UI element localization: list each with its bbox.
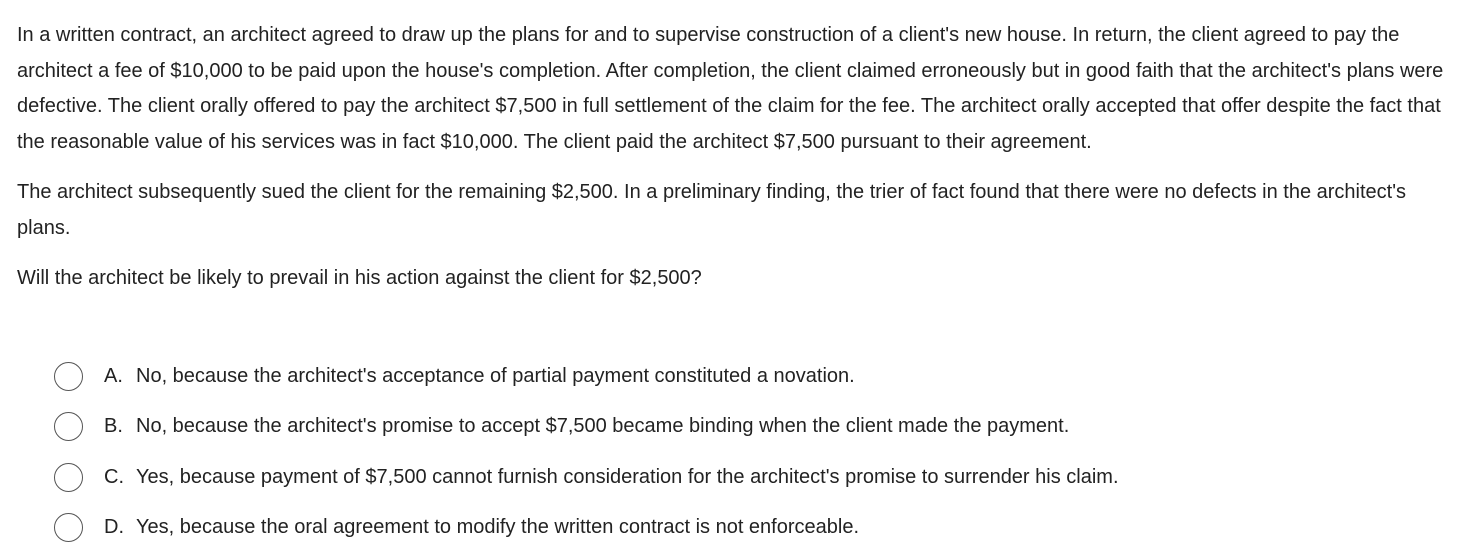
- option-letter: B.: [104, 415, 123, 437]
- radio-button-c[interactable]: [54, 462, 83, 492]
- option-text: Yes, because the oral agreement to modif…: [136, 516, 860, 538]
- radio-button-d[interactable]: [54, 513, 83, 542]
- question-prompt: Will the architect be likely to prevail …: [17, 267, 702, 289]
- question-paragraph-1: In a written contract, an architect agre…: [17, 24, 1444, 153]
- option-c[interactable]: C. Yes, because payment of $7,500 cannot…: [54, 457, 1454, 497]
- option-text: No, because the architect's promise to a…: [136, 415, 1070, 437]
- option-letter: A.: [104, 364, 123, 387]
- option-b[interactable]: B. No, because the architect's promise t…: [54, 407, 1454, 447]
- option-letter: D.: [104, 516, 124, 538]
- answer-options: A. No, because the architect's acceptanc…: [54, 356, 1454, 558]
- option-text: Yes, because payment of $7,500 cannot fu…: [136, 465, 1119, 488]
- option-letter: C.: [104, 465, 124, 488]
- question-paragraph-2: The architect subsequently sued the clie…: [17, 181, 1407, 239]
- question-stem: In a written contract, an architect agre…: [17, 18, 1457, 297]
- option-d[interactable]: D. Yes, because the oral agreement to mo…: [54, 508, 1454, 548]
- option-a[interactable]: A. No, because the architect's acceptanc…: [54, 356, 1454, 396]
- option-text: No, because the architect's acceptance o…: [136, 364, 855, 387]
- radio-button-a[interactable]: [54, 361, 83, 391]
- radio-button-b[interactable]: [54, 412, 83, 441]
